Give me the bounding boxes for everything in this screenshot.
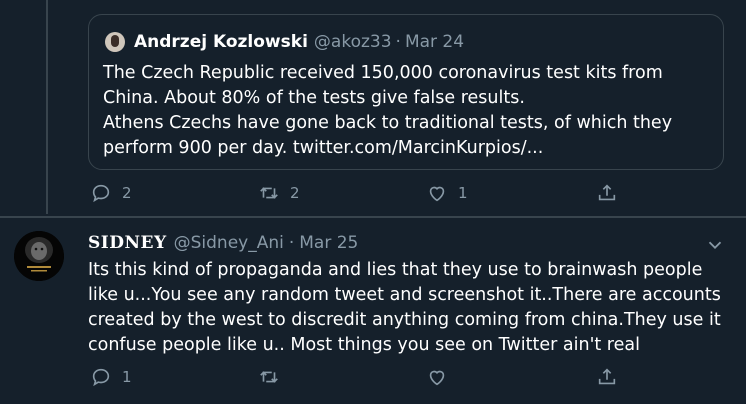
retweet-count: 2: [290, 184, 300, 202]
lion-avatar-image: [14, 231, 64, 281]
reply-tweet-header: SIDNEY @Sidney_Ani · Mar 25: [88, 232, 358, 254]
quoted-text-line: Athens Czechs have gone back to traditio…: [103, 113, 673, 133]
share-icon: [598, 184, 616, 201]
like-icon: [429, 186, 445, 202]
like-button[interactable]: 1: [426, 182, 468, 204]
like-count: 1: [458, 184, 468, 202]
retweet-button[interactable]: [258, 366, 290, 388]
quoted-author-name[interactable]: Andrzej Kozlowski: [134, 32, 308, 52]
reply-button[interactable]: 2: [90, 182, 132, 204]
quoted-author-avatar[interactable]: [105, 32, 125, 52]
thread-connector-line: [46, 0, 48, 214]
quoted-tweet-text: The Czech Republic received 150,000 coro…: [103, 61, 713, 161]
quoted-tweet-card[interactable]: Andrzej Kozlowski @akoz33 · Mar 24 The C…: [88, 14, 724, 170]
chevron-down-icon[interactable]: [704, 234, 726, 256]
reply-icon: [92, 184, 110, 203]
share-icon: [598, 368, 616, 385]
like-button[interactable]: [426, 366, 458, 388]
reply-tweet-text: Its this kind of propaganda and lies tha…: [88, 258, 728, 358]
quoted-tweet-header: Andrzej Kozlowski @akoz33 · Mar 24: [105, 31, 464, 53]
reply-icon: [92, 368, 110, 387]
share-button[interactable]: [596, 366, 618, 388]
retweet-icon: [260, 371, 278, 383]
quoted-text-line: The Czech Republic received 150,000 coro…: [103, 63, 663, 83]
share-button[interactable]: [596, 182, 618, 204]
quoted-separator: ·: [395, 32, 401, 52]
reply-button[interactable]: 1: [90, 366, 132, 388]
quoted-date[interactable]: Mar 24: [405, 32, 464, 52]
retweet-icon: [260, 187, 278, 199]
reply-author-name[interactable]: SIDNEY: [88, 233, 167, 253]
quoted-text-line[interactable]: perform 900 per day. twitter.com/MarcinK…: [103, 136, 713, 161]
tweet-divider: [0, 216, 746, 218]
reply-date[interactable]: Mar 25: [299, 233, 358, 253]
reply-author-avatar[interactable]: [14, 231, 64, 281]
reply-author-handle: @Sidney_Ani: [173, 233, 284, 253]
quoted-author-handle: @akoz33: [313, 32, 392, 52]
reply-count: 1: [122, 368, 132, 386]
like-icon: [429, 370, 445, 386]
retweet-button[interactable]: 2: [258, 182, 300, 204]
reply-count: 2: [122, 184, 132, 202]
reply-text-line: created by the west to discredit anythin…: [88, 310, 721, 330]
reply-text-line: Its this kind of propaganda and lies tha…: [88, 260, 703, 280]
reply-separator: ·: [288, 233, 295, 253]
reply-text-line: confuse people like u.. Most things you …: [88, 335, 640, 355]
quoted-text-line: China. About 80% of the tests give false…: [103, 88, 525, 108]
reply-text-line: like u...You see any random tweet and sc…: [88, 285, 721, 305]
